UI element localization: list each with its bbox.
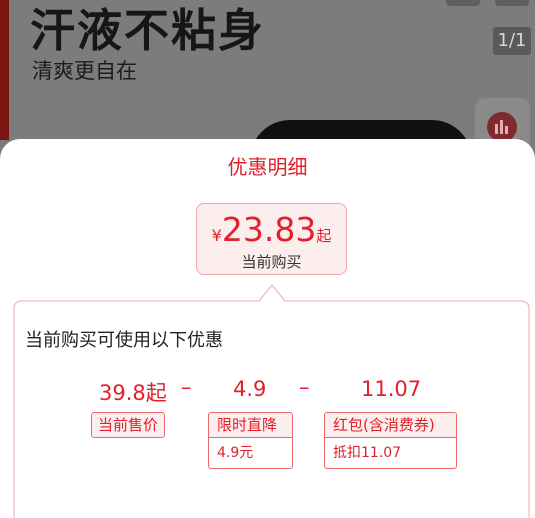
coupon-tag-detail: 抵扣11.07 (325, 438, 456, 468)
minus-sign: – (181, 375, 192, 399)
sale-price-tag: 当前售价 (91, 412, 166, 438)
discount-tag: 限时直降 4.9元 (208, 412, 293, 469)
coupon-tag-title: 红包(含消费券) (325, 413, 456, 438)
discount-value: 4.9 (233, 377, 267, 401)
price-amount: 23.83 (221, 210, 317, 249)
discount-tag-detail: 4.9元 (209, 438, 292, 468)
sale-price-value: 39.8起 (99, 381, 167, 405)
share-icon (446, 0, 480, 6)
current-price-label: 当前购买 (241, 253, 302, 271)
more-icon (495, 0, 529, 6)
currency-symbol: ¥ (211, 226, 222, 245)
discount-formula: 39.8起 – 4.9 – 11.07 当前售价 限时直降 4.9元 红包(含消… (0, 281, 535, 518)
product-banner-title: 汗液不粘身 (30, 4, 266, 57)
minus-sign: – (299, 375, 310, 399)
image-counter: 1/1 (493, 27, 531, 55)
price-suffix: 起 (316, 227, 332, 245)
chart-icon (487, 112, 517, 142)
product-banner-subtitle: 清爽更自在 (32, 59, 137, 83)
coupon-value: 11.07 (361, 377, 422, 401)
discount-detail-sheet: 优惠明细 ¥23.83起 当前购买 当前购买可使用以下优惠 39.8起 – 4.… (0, 139, 535, 518)
red-accent-bar (0, 0, 9, 140)
current-price-box: ¥23.83起 当前购买 (196, 203, 347, 275)
sheet-title: 优惠明细 (227, 155, 308, 179)
coupon-tag: 红包(含消费券) 抵扣11.07 (324, 412, 457, 469)
discount-tag-title: 限时直降 (209, 413, 292, 438)
discount-panel: 当前购买可使用以下优惠 39.8起 – 4.9 – 11.07 当前售价 限时直… (0, 281, 535, 518)
current-price: ¥23.83起 (197, 210, 346, 249)
